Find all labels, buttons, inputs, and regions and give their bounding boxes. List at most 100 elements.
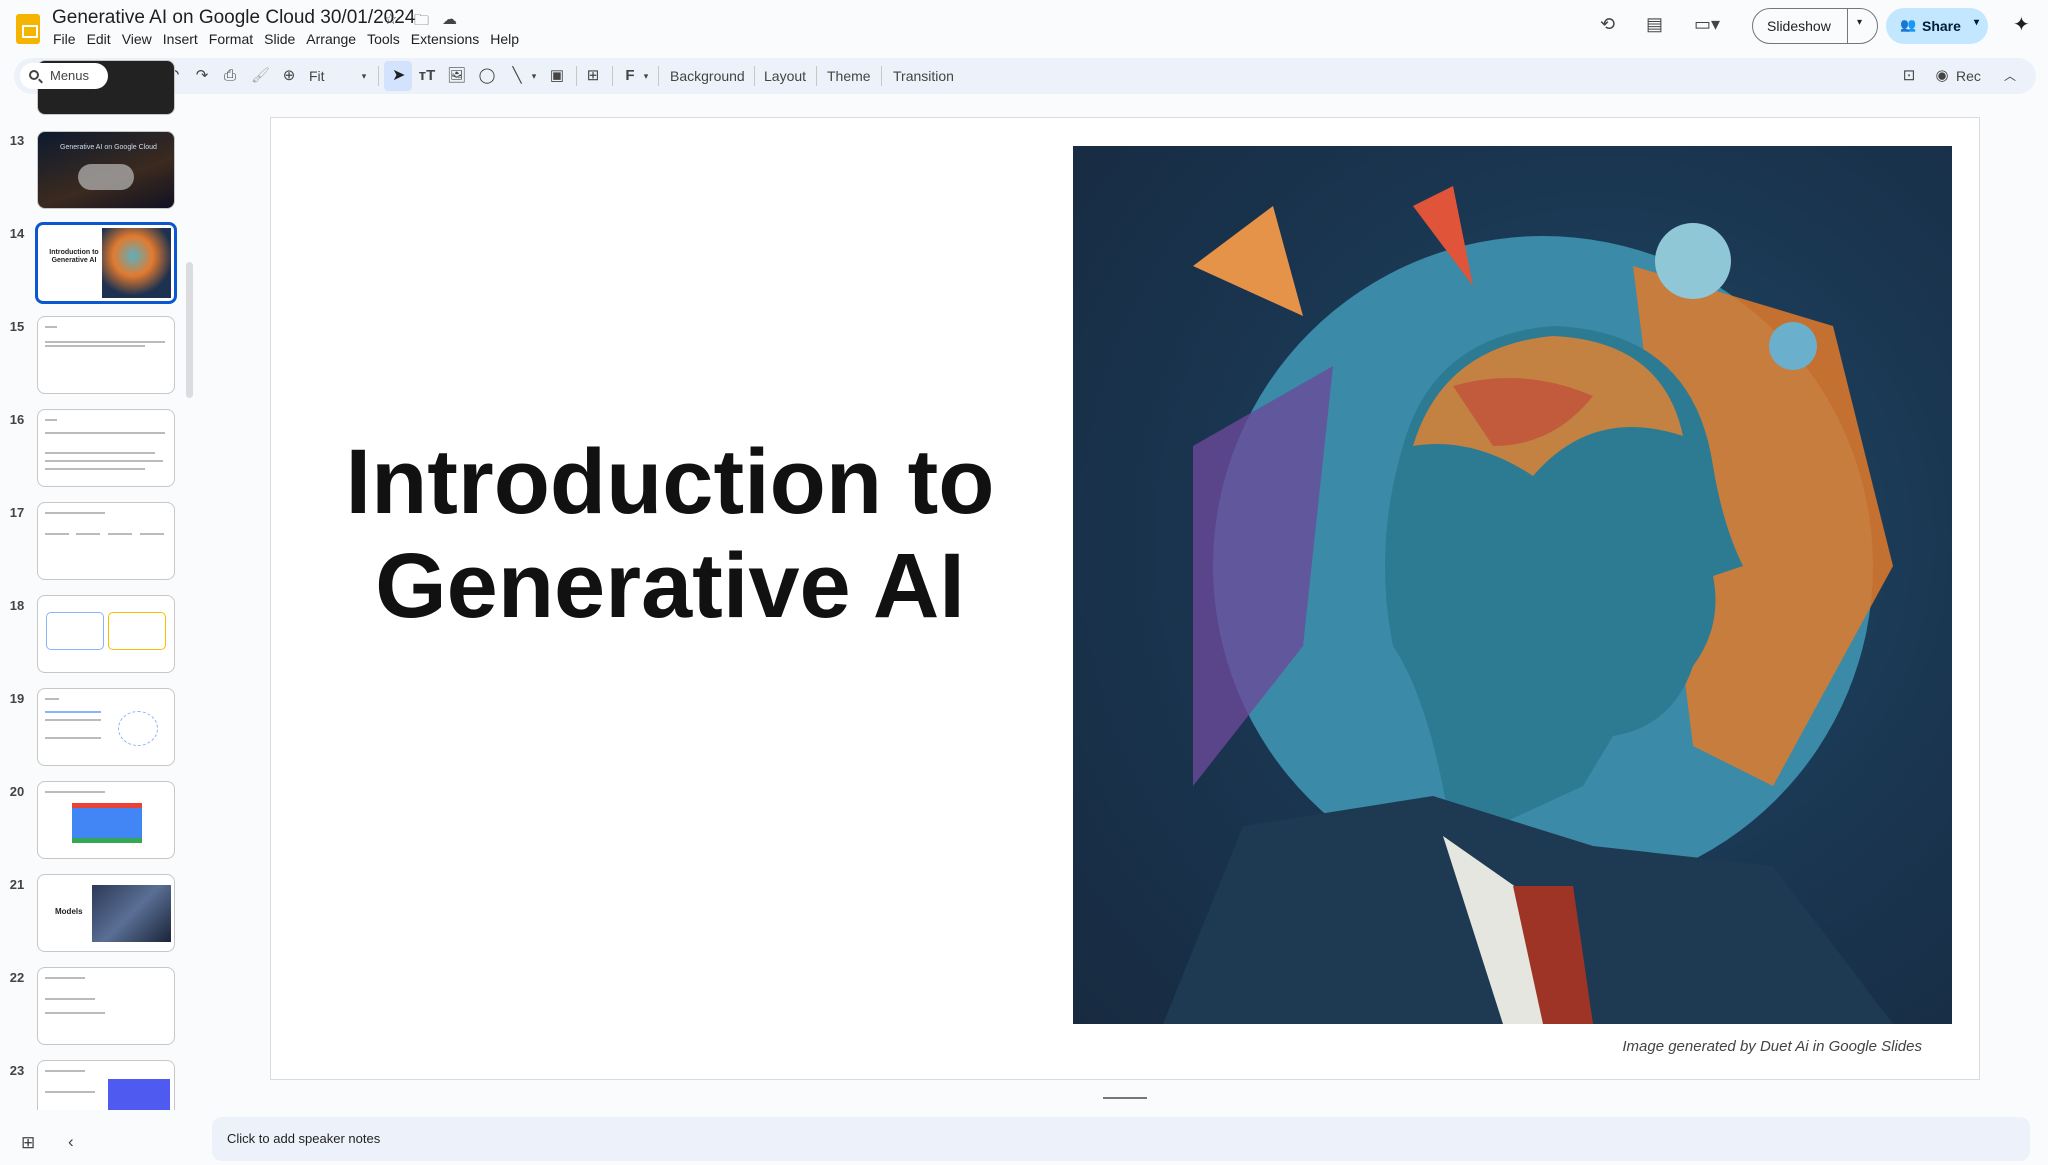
share-button[interactable]: 👥 Share ▾ [1886, 8, 1988, 44]
slide-number: 22 [9, 970, 25, 985]
background-button[interactable]: Background [670, 64, 745, 88]
menu-insert[interactable]: Insert [162, 31, 205, 47]
slide-thumbnail-16[interactable] [37, 409, 175, 487]
slide-number: 21 [9, 877, 25, 892]
line-icon[interactable]: ╲ [508, 64, 526, 88]
slide-thumbnail-21[interactable]: Models [37, 874, 175, 952]
record-icon[interactable]: ◉ [1933, 64, 1951, 88]
select-tool-button[interactable]: ➤ [384, 61, 412, 91]
divider [754, 66, 755, 86]
slideshow-label: Slideshow [1767, 18, 1831, 34]
slide-thumbnail-22[interactable] [37, 967, 175, 1045]
menu-edit[interactable]: Edit [86, 31, 118, 47]
menu-help[interactable]: Help [489, 31, 526, 47]
cursor-icon: ➤ [392, 67, 406, 84]
slide-number: 14 [9, 226, 25, 241]
slide-thumbnail-23[interactable] [37, 1060, 175, 1110]
shape-icon[interactable]: ◯ [478, 64, 496, 88]
slide-number: 23 [9, 1063, 25, 1078]
menu-format[interactable]: Format [208, 31, 260, 47]
speaker-notes-placeholder: Click to add speaker notes [227, 1131, 381, 1146]
divider [612, 66, 613, 86]
image-caption[interactable]: Image generated by Duet Ai in Google Sli… [1500, 1038, 1922, 1055]
divider [576, 66, 577, 86]
generated-portrait-image[interactable] [1073, 146, 1952, 1024]
slide-thumbnail-19[interactable] [37, 688, 175, 766]
layout-button[interactable]: Layout [764, 64, 806, 88]
version-history-icon[interactable]: ⟲ [1600, 14, 1615, 35]
chevron-down-icon[interactable]: ▾ [1974, 17, 1979, 28]
redo-icon[interactable]: ↷ [193, 64, 211, 88]
divider [816, 66, 817, 86]
theme-button[interactable]: Theme [827, 64, 871, 88]
sphere [1655, 223, 1731, 299]
cloud-status-icon[interactable]: ☁ [442, 10, 457, 28]
slide-number: 19 [9, 691, 25, 706]
chevron-down-icon[interactable]: ▾ [640, 64, 652, 88]
slide-thumbnail-17[interactable] [37, 502, 175, 580]
chevron-down-icon[interactable]: ▾ [528, 64, 540, 88]
divider [1847, 9, 1848, 43]
slideshow-button[interactable]: Slideshow ▾ [1752, 8, 1878, 44]
comments-icon[interactable]: ▤ [1646, 14, 1663, 35]
zoom-select[interactable]: Fit [309, 64, 325, 88]
slide-number: 13 [9, 133, 25, 148]
menu-arrange[interactable]: Arrange [305, 31, 363, 47]
thumbnail-text: Introduction to Generative AI [49, 249, 99, 264]
menu-file[interactable]: File [52, 31, 83, 47]
menu-view[interactable]: View [121, 31, 159, 47]
search-icon [29, 70, 39, 80]
notes-resize-handle[interactable] [1103, 1097, 1147, 1099]
gemini-sparkle-icon[interactable]: ✦ [2013, 12, 2030, 37]
insert-video-icon[interactable]: ▣ [548, 64, 566, 88]
paint-format-icon[interactable]: 🖌 [251, 64, 270, 88]
slide-number: 16 [9, 412, 25, 427]
collapse-toolbar-icon[interactable]: ︿ [2002, 64, 2018, 88]
filmstrip-scrollbar[interactable] [186, 262, 193, 398]
menu-tools[interactable]: Tools [366, 31, 407, 47]
thumbnail-image [102, 228, 171, 298]
slide-thumbnail-15[interactable] [37, 316, 175, 394]
slide-number: 18 [9, 598, 25, 613]
add-comment-icon[interactable]: ⊞ [584, 64, 602, 88]
rec-button[interactable]: Rec [1956, 64, 1981, 88]
collapse-filmstrip-icon[interactable]: ‹ [68, 1132, 74, 1152]
slide-number: 20 [9, 784, 25, 799]
add-image-icon[interactable]: ⊡ [1900, 64, 1918, 88]
star-icon[interactable]: ☆ [384, 10, 397, 28]
people-icon: 👥 [1900, 17, 1917, 32]
speaker-notes-field[interactable]: Click to add speaker notes [212, 1117, 2030, 1161]
share-label: Share [1922, 18, 1961, 34]
chevron-down-icon[interactable]: ▾ [358, 64, 370, 88]
menu-slide[interactable]: Slide [263, 31, 302, 47]
divider [378, 66, 379, 86]
document-title[interactable]: Generative AI on Google Cloud 30/01/2024 [52, 7, 415, 29]
search-menus-input[interactable]: Menus [20, 63, 108, 89]
slide-thumbnail-18[interactable] [37, 595, 175, 673]
portrait-artwork [1163, 186, 1893, 1024]
divider [658, 66, 659, 86]
menu-extensions[interactable]: Extensions [410, 31, 486, 47]
zoom-icon[interactable]: ⊕ [280, 64, 298, 88]
cloud-graphic [78, 164, 134, 190]
text-box-icon[interactable]: ᴛT [417, 64, 437, 88]
print-icon[interactable]: ⎙ [221, 64, 239, 88]
slide-number: 15 [9, 319, 25, 334]
menu-bar: File Edit View Insert Format Slide Arran… [52, 31, 529, 47]
divider [881, 66, 882, 86]
slide-thumbnail-20[interactable] [37, 781, 175, 859]
image-icon[interactable]: 🖼 [447, 64, 466, 88]
grid-view-icon[interactable]: ⊞ [21, 1133, 35, 1153]
slide-title[interactable]: Introduction to Generative AI [330, 430, 1010, 638]
transition-button[interactable]: Transition [893, 64, 954, 88]
slide-thumbnail-14[interactable]: Introduction to Generative AI [35, 222, 177, 304]
theme-builder-icon[interactable]: F [620, 64, 640, 88]
slide-thumbnail-13[interactable]: Generative AI on Google Cloud [37, 131, 175, 209]
meet-icon[interactable]: ▭▾ [1694, 14, 1720, 35]
search-placeholder: Menus [50, 68, 90, 83]
slides-logo[interactable] [16, 14, 40, 44]
thumbnail-text: Generative AI on Google Cloud [60, 144, 157, 151]
slide-number: 17 [9, 505, 25, 520]
thumbnail-text: Models [55, 907, 83, 916]
chevron-down-icon[interactable]: ▾ [1857, 17, 1862, 28]
